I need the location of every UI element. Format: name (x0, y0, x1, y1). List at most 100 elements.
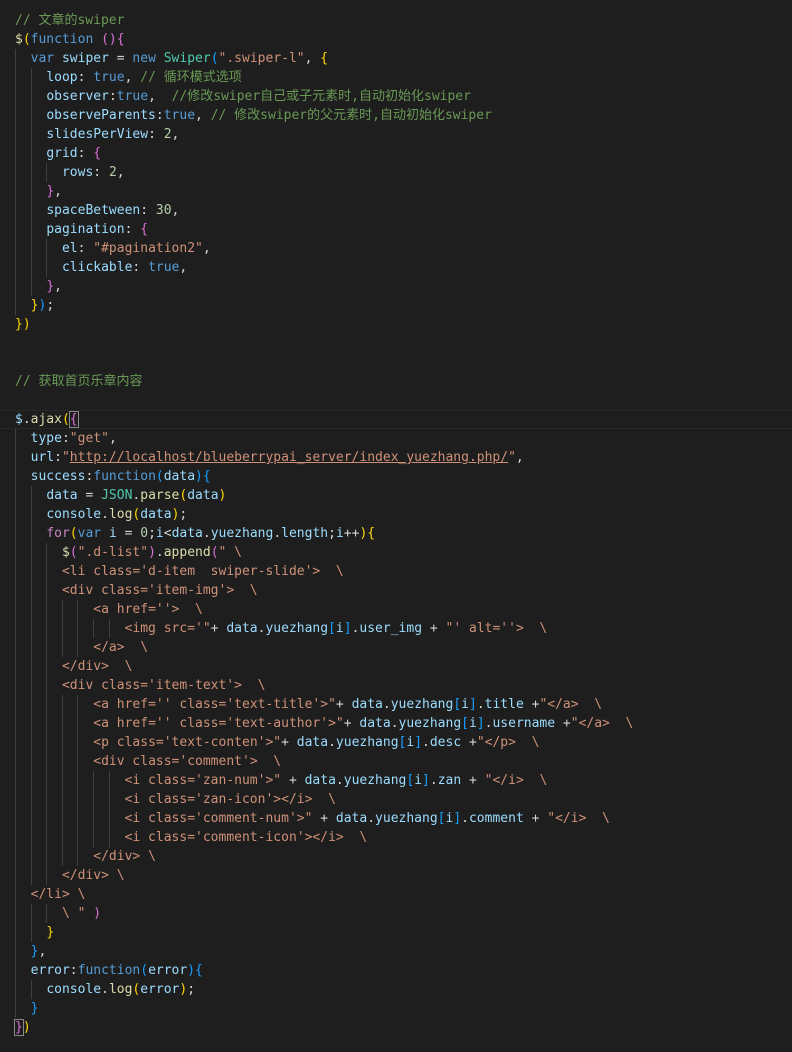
code-token: , (116, 165, 125, 180)
indent-guide (30, 695, 32, 714)
code-line[interactable]: <div class='item-img'> \ (0, 581, 792, 600)
code-line[interactable]: console.log(error); (0, 980, 792, 999)
code-line[interactable]: <a href='' class='text-title'>"+ data.yu… (0, 695, 792, 714)
code-line[interactable]: var swiper = new Swiper(".swiper-l", { (0, 49, 792, 68)
code-line[interactable]: }) (0, 315, 792, 334)
code-line[interactable]: <img src='"+ data.yuezhang[i].user_img +… (0, 619, 792, 638)
code-line[interactable]: } (0, 923, 792, 942)
code-token: <div class='item-img'> \ (61, 583, 258, 598)
code-token: ; (46, 298, 55, 313)
code-line[interactable]: // 文章的swiper (0, 11, 792, 30)
code-line[interactable]: slidesPerView: 2, (0, 125, 792, 144)
indent-guide (61, 771, 63, 790)
code-line[interactable]: el: "#pagination2", (0, 239, 792, 258)
code-token: : (148, 127, 164, 142)
code-line[interactable]: }, (0, 182, 792, 201)
code-token: var (77, 526, 102, 541)
code-line[interactable]: console.log(data); (0, 505, 792, 524)
code-token: i (414, 773, 423, 788)
code-line[interactable]: pagination: { (0, 220, 792, 239)
code-line[interactable]: $(function (){ (0, 30, 792, 49)
code-line[interactable]: </a> \ (0, 638, 792, 657)
code-token: success (30, 469, 86, 484)
code-token: for (46, 526, 70, 541)
code-line[interactable]: }, (0, 942, 792, 961)
code-line[interactable]: <i class='comment-num'>" + data.yuezhang… (0, 809, 792, 828)
code-token: . (328, 735, 336, 750)
code-line[interactable]: </div> \ (0, 866, 792, 885)
code-token: observer (46, 89, 109, 104)
code-line[interactable]: <i class='zan-num'>" + data.yuezhang[i].… (0, 771, 792, 790)
code-line[interactable]: observer:true, //修改swiper自己或子元素时,自动初始化sw… (0, 87, 792, 106)
code-line[interactable] (0, 391, 792, 410)
code-line[interactable]: spaceBetween: 30, (0, 201, 792, 220)
code-line[interactable] (0, 334, 792, 353)
code-line[interactable]: }, (0, 277, 792, 296)
code-line[interactable]: success:function(data){ (0, 467, 792, 486)
code-line[interactable]: grid: { (0, 144, 792, 163)
code-line[interactable]: for(var i = 0;i<data.yuezhang.length;i++… (0, 524, 792, 543)
code-line[interactable]: <a href=''> \ (0, 600, 792, 619)
code-line[interactable]: clickable: true, (0, 258, 792, 277)
indent-guide (108, 828, 110, 847)
indent-guide (46, 619, 48, 638)
code-line[interactable]: </div> \ (0, 847, 792, 866)
indent-guide (30, 163, 32, 182)
indent-guide (30, 562, 32, 581)
code-line[interactable]: rows: 2, (0, 163, 792, 182)
code-line[interactable]: \ " ) (0, 904, 792, 923)
code-token: { (195, 963, 203, 978)
code-line[interactable]: <i class='zan-icon'></i> \ (0, 790, 792, 809)
code-token: $ (61, 545, 70, 560)
code-line[interactable]: </li> \ (0, 885, 792, 904)
code-line[interactable]: }) (0, 1018, 792, 1037)
code-line[interactable]: <div class='item-text'> \ (0, 676, 792, 695)
code-token: yuezhang (398, 716, 462, 731)
code-token: yuezhang (343, 773, 407, 788)
code-line[interactable]: <a href='' class='text-author'>"+ data.y… (0, 714, 792, 733)
code-line[interactable]: $(".d-list").append(" \ (0, 543, 792, 562)
code-line[interactable]: } (0, 999, 792, 1018)
code-line[interactable]: $.ajax({ (0, 410, 792, 429)
indent-guide (93, 790, 94, 809)
code-line[interactable]: }); (0, 296, 792, 315)
indent-guide (15, 524, 16, 543)
code-token: . (335, 773, 344, 788)
code-line[interactable]: type:"get", (0, 429, 792, 448)
indent-guide (46, 581, 48, 600)
code-token: ++ (343, 526, 360, 541)
code-token: yuezhang (335, 735, 399, 750)
code-token: : (132, 260, 149, 275)
code-token: Swiper (163, 51, 211, 66)
code-line[interactable]: <li class='d-item swiper-slide'> \ (0, 562, 792, 581)
code-line[interactable]: <div class='comment'> \ (0, 752, 792, 771)
indent-guide (77, 600, 79, 619)
code-token: i (335, 526, 344, 541)
code-line[interactable]: url:"http://localhost/blueberrypai_serve… (0, 448, 792, 467)
code-line[interactable]: <p class='text-conten'>"+ data.yuezhang[… (0, 733, 792, 752)
code-token: observeParents (46, 108, 156, 123)
code-token: ] (469, 697, 477, 712)
code-token: </div> \ (61, 868, 125, 883)
code-line[interactable]: // 获取首页乐章内容 (0, 372, 792, 391)
code-editor[interactable]: // 文章的swiper $(function (){ var swiper = … (0, 0, 792, 1052)
indent-guide (30, 277, 32, 296)
code-line[interactable]: observeParents:true, // 修改swiper的父元素时,自动… (0, 106, 792, 125)
code-line[interactable]: loop: true, // 循环模式选项 (0, 68, 792, 87)
code-token: log (108, 507, 133, 522)
code-token: ] (476, 716, 485, 731)
indent-guide (46, 847, 48, 866)
code-line[interactable] (0, 353, 792, 372)
code-token: title (484, 697, 524, 712)
code-line[interactable]: data = JSON.parse(data) (0, 486, 792, 505)
indent-guide (30, 714, 32, 733)
code-line[interactable]: error:function(error){ (0, 961, 792, 980)
code-line[interactable]: </div> \ (0, 657, 792, 676)
code-token: desc (429, 735, 462, 750)
code-line[interactable]: <i class='comment-icon'></i> \ (0, 828, 792, 847)
